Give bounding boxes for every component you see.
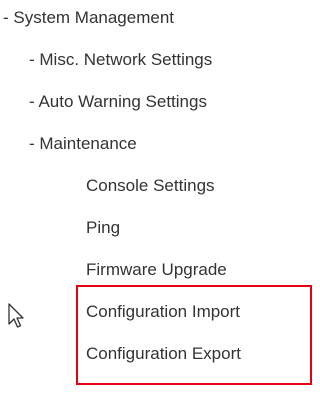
menu-item-firmware-upgrade[interactable]: Firmware Upgrade (86, 260, 227, 280)
navigation-tree: - System Management - Misc. Network Sett… (0, 0, 307, 397)
menu-item-misc-network-settings[interactable]: - Misc. Network Settings (29, 50, 212, 70)
menu-item-ping[interactable]: Ping (86, 218, 120, 238)
menu-item-console-settings[interactable]: Console Settings (86, 176, 215, 196)
menu-item-maintenance[interactable]: - Maintenance (29, 134, 137, 154)
menu-item-system-management[interactable]: - System Management (3, 8, 174, 28)
menu-item-auto-warning-settings[interactable]: - Auto Warning Settings (29, 92, 207, 112)
menu-item-configuration-export[interactable]: Configuration Export (86, 344, 241, 364)
menu-item-configuration-import[interactable]: Configuration Import (86, 302, 240, 322)
arrow-pointer-icon (8, 303, 24, 329)
